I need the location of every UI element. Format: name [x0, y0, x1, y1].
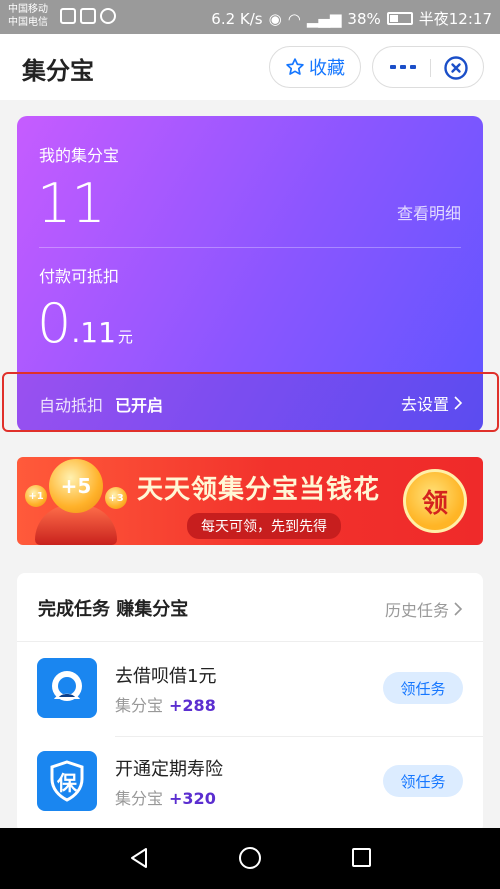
chevron-right-icon — [454, 602, 463, 616]
reward-points: +320 — [169, 789, 216, 808]
status-bar: 中国移动 中国电信 6.2 K/s ◉ ◠ ▂▄▆ 38% 半夜12:17 — [0, 0, 500, 34]
task-row: 去借呗借1元 集分宝 +288 领任务 — [17, 642, 483, 732]
reward-points: +288 — [169, 696, 216, 715]
insurance-icon-text: 保 — [57, 770, 77, 795]
deduct-label: 付款可抵扣 — [39, 267, 120, 286]
page-title: 集分宝 — [22, 57, 94, 85]
points-value: 11 — [37, 172, 106, 235]
star-icon — [286, 58, 304, 75]
highlight-box — [2, 372, 499, 432]
wifi-icon: ◠ — [287, 9, 301, 28]
miniapp-capsule — [372, 46, 484, 88]
promo-banner[interactable]: +5 +1 +3 天天领集分宝当钱花 每天可领，先到先得 领 — [17, 457, 483, 545]
amount-decimal: .11 — [71, 316, 116, 349]
more-icon-dot — [400, 65, 406, 69]
carrier-info: 中国移动 中国电信 — [8, 3, 48, 29]
carrier-1: 中国移动 — [8, 4, 48, 15]
capsule-divider — [430, 59, 431, 77]
history-label: 历史任务 — [384, 601, 449, 620]
claim-button[interactable]: 领 — [403, 469, 467, 533]
jiebei-icon — [37, 658, 97, 718]
network-speed: 6.2 K/s — [211, 9, 263, 28]
banner-subtitle: 每天可领，先到先得 — [187, 513, 341, 539]
shield-icon — [80, 8, 96, 24]
claim-task-button[interactable]: 领任务 — [383, 765, 463, 797]
task-name: 开通定期寿险 — [115, 759, 223, 780]
notification-icons — [60, 8, 116, 24]
claim-task-button[interactable]: 领任务 — [383, 672, 463, 704]
more-button[interactable] — [385, 56, 421, 78]
points-label: 我的集分宝 — [39, 146, 120, 165]
favorite-button[interactable]: 收藏 — [269, 46, 361, 88]
insurance-shield-icon: 保 — [37, 751, 97, 811]
history-tasks-link[interactable]: 历史任务 — [385, 597, 463, 621]
home-icon[interactable] — [239, 847, 261, 869]
amount-integer: 0 — [37, 292, 72, 355]
carrier-2: 中国电信 — [8, 17, 48, 28]
signal-icon: ▂▄▆ — [306, 9, 342, 28]
tasks-panel: 完成任务 赚集分宝 历史任务 去借呗借1元 集分宝 +288 领任务 保 开通定期 — [17, 573, 483, 833]
eye-icon: ◉ — [268, 9, 282, 28]
view-detail-link[interactable]: 查看明细 — [397, 200, 461, 224]
battery-icon — [386, 12, 413, 25]
deduct-amount: 0.11 元 — [37, 292, 133, 369]
card-divider — [39, 247, 461, 248]
activity-icon — [60, 8, 76, 24]
more-icon — [390, 65, 396, 69]
clock: 半夜12:17 — [418, 10, 492, 28]
tasks-title: 完成任务 赚集分宝 — [38, 599, 189, 620]
battery-percent: 38% — [347, 9, 381, 28]
task-name: 去借呗借1元 — [115, 666, 217, 687]
status-right: 6.2 K/s ◉ ◠ ▂▄▆ 38% 半夜12:17 — [211, 8, 492, 29]
task-reward: 集分宝 +288 — [115, 692, 216, 716]
app-header: 集分宝 收藏 — [0, 34, 500, 100]
back-icon[interactable] — [128, 847, 150, 869]
recent-apps-icon[interactable] — [352, 848, 371, 867]
favorite-label: 收藏 — [309, 58, 345, 79]
chat-icon — [100, 8, 116, 24]
coin-small-icon: +3 — [105, 487, 127, 509]
coin-icon: +5 — [49, 459, 103, 513]
reward-unit: 集分宝 — [115, 789, 164, 808]
coin-small-icon: +1 — [25, 485, 47, 507]
amount-unit: 元 — [117, 328, 133, 346]
banner-title: 天天领集分宝当钱花 — [137, 475, 381, 505]
reward-unit: 集分宝 — [115, 696, 164, 715]
more-icon-dot — [410, 65, 416, 69]
system-nav-bar — [0, 828, 500, 889]
task-reward: 集分宝 +320 — [115, 785, 216, 809]
jiebei-glyph-icon — [52, 671, 82, 701]
close-icon[interactable] — [443, 55, 469, 81]
task-row: 保 开通定期寿险 集分宝 +320 领任务 — [17, 735, 483, 825]
